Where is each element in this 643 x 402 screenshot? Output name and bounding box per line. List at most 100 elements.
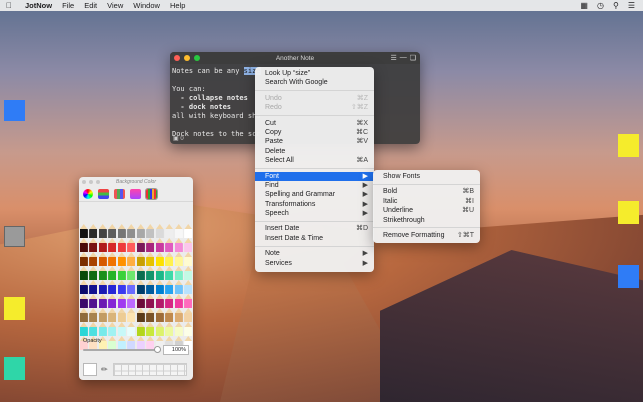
pencil-swatch[interactable] [146, 252, 155, 266]
menu-item-insert-date[interactable]: Insert Date ⌘D [255, 224, 374, 233]
pencil-swatch[interactable] [155, 294, 164, 308]
dock-icon[interactable]: ❏ [410, 54, 416, 62]
pencil-swatch[interactable] [108, 266, 117, 280]
pencil-swatch[interactable] [79, 252, 88, 266]
pencil-swatch[interactable] [127, 266, 136, 280]
menu-item-font[interactable]: Font ▶ [255, 171, 374, 181]
menu-item-find[interactable]: Find ▶ [255, 181, 374, 190]
pencil-swatch[interactable] [89, 252, 98, 266]
pencil-swatch[interactable] [89, 322, 98, 336]
pencil-swatch[interactable] [108, 238, 117, 252]
apple-menu-icon[interactable]:  [6, 1, 20, 10]
pencil-swatch[interactable] [146, 294, 155, 308]
pencil-swatch[interactable] [155, 238, 164, 252]
pencil-swatch[interactable] [136, 322, 145, 336]
pencil-swatch[interactable] [155, 280, 164, 294]
pencil-swatch[interactable] [117, 224, 126, 238]
pencil-swatch[interactable] [127, 322, 136, 336]
pencil-swatch[interactable] [184, 322, 193, 336]
pencil-swatch[interactable] [165, 266, 174, 280]
pencil-swatch[interactable] [117, 238, 126, 252]
current-color-swatch[interactable] [83, 363, 97, 376]
menu-item-note[interactable]: Note ▶ [255, 249, 374, 258]
pencil-swatch[interactable] [165, 308, 174, 322]
sticky-yellow-right-1[interactable] [618, 134, 639, 157]
sticky-yellow-left[interactable] [4, 297, 25, 320]
pencil-swatch[interactable] [165, 252, 174, 266]
pencils-icon[interactable] [145, 187, 158, 200]
menu-item-select-all[interactable]: Select All ⌘A [255, 156, 374, 165]
opacity-slider-knob[interactable] [154, 346, 161, 353]
pencil-swatch[interactable] [174, 322, 183, 336]
sticky-blue-right[interactable] [618, 265, 639, 288]
pencil-swatch[interactable] [155, 308, 164, 322]
pencil-swatch[interactable] [165, 322, 174, 336]
menu-item-delete[interactable]: Delete [255, 147, 374, 156]
pencil-swatch[interactable] [127, 224, 136, 238]
color-sliders-icon[interactable] [98, 188, 109, 199]
pencil-swatch[interactable] [146, 238, 155, 252]
pencil-swatch[interactable] [108, 322, 117, 336]
pencil-swatch[interactable] [98, 294, 107, 308]
pencil-swatch[interactable] [117, 280, 126, 294]
pencil-swatch[interactable] [146, 308, 155, 322]
clock-icon[interactable]: ◷ [597, 1, 604, 10]
pencil-swatch[interactable] [89, 224, 98, 238]
menu-item-speech[interactable]: Speech ▶ [255, 209, 374, 218]
color-palettes-icon[interactable] [114, 188, 125, 199]
pencil-swatch[interactable] [79, 308, 88, 322]
image-palettes-icon[interactable] [130, 188, 141, 199]
pencil-swatch[interactable] [136, 280, 145, 294]
color-panel-titlebar[interactable]: Background Color [79, 177, 193, 186]
pencil-swatch[interactable] [184, 252, 193, 266]
sticky-blue-left[interactable] [4, 100, 25, 121]
pencil-swatch[interactable] [174, 280, 183, 294]
pencil-swatch[interactable] [108, 294, 117, 308]
menu-item-search-with-google[interactable]: Search With Google [255, 78, 374, 87]
pencil-swatch[interactable] [174, 266, 183, 280]
menu-window[interactable]: Window [128, 1, 165, 10]
pencil-swatch[interactable] [79, 294, 88, 308]
pencil-swatch[interactable] [146, 280, 155, 294]
pencil-swatch[interactable] [146, 322, 155, 336]
pencil-swatch[interactable] [155, 224, 164, 238]
pencil-swatch[interactable] [146, 224, 155, 238]
pencil-swatch[interactable] [79, 322, 88, 336]
pencil-swatch[interactable] [98, 280, 107, 294]
pencil-swatch[interactable] [155, 322, 164, 336]
pencil-swatch[interactable] [117, 322, 126, 336]
menu-item-insert-date-time[interactable]: Insert Date & Time [255, 234, 374, 243]
menu-item-bold[interactable]: Bold ⌘B [373, 187, 480, 196]
pencil-swatch[interactable] [184, 294, 193, 308]
pencil-swatch[interactable] [98, 266, 107, 280]
pencil-swatch[interactable] [117, 336, 126, 350]
pencil-swatch[interactable] [184, 308, 193, 322]
pencil-swatch[interactable] [184, 238, 193, 252]
menu-item-look-up-size[interactable]: Look Up “size” [255, 69, 374, 78]
pencil-swatch[interactable] [98, 238, 107, 252]
opacity-slider-track[interactable] [83, 349, 157, 351]
pencil-swatch[interactable] [127, 294, 136, 308]
pencil-palette[interactable] [79, 224, 193, 350]
pencil-swatch[interactable] [108, 224, 117, 238]
pencil-swatch[interactable] [184, 280, 193, 294]
pencil-swatch[interactable] [174, 294, 183, 308]
pencil-swatch[interactable] [117, 266, 126, 280]
pencil-swatch[interactable] [108, 336, 117, 350]
menu-item-show-fonts[interactable]: Show Fonts [373, 172, 480, 181]
pencil-swatch[interactable] [98, 224, 107, 238]
pencil-swatch[interactable] [136, 252, 145, 266]
pencil-swatch[interactable] [136, 224, 145, 238]
pencil-swatch[interactable] [165, 224, 174, 238]
pencil-swatch[interactable] [184, 266, 193, 280]
pencil-swatch[interactable] [127, 336, 136, 350]
pencil-swatch[interactable] [117, 294, 126, 308]
opacity-field[interactable]: 100% [163, 345, 189, 355]
pencil-swatch[interactable] [89, 308, 98, 322]
menu-item-copy[interactable]: Copy ⌘C [255, 128, 374, 137]
eyedropper-icon[interactable]: ✏ [101, 365, 108, 374]
menu-item-italic[interactable]: Italic ⌘I [373, 197, 480, 206]
pencil-swatch[interactable] [155, 266, 164, 280]
pencil-swatch[interactable] [136, 336, 145, 350]
sticky-yellow-right-2[interactable] [618, 201, 639, 224]
